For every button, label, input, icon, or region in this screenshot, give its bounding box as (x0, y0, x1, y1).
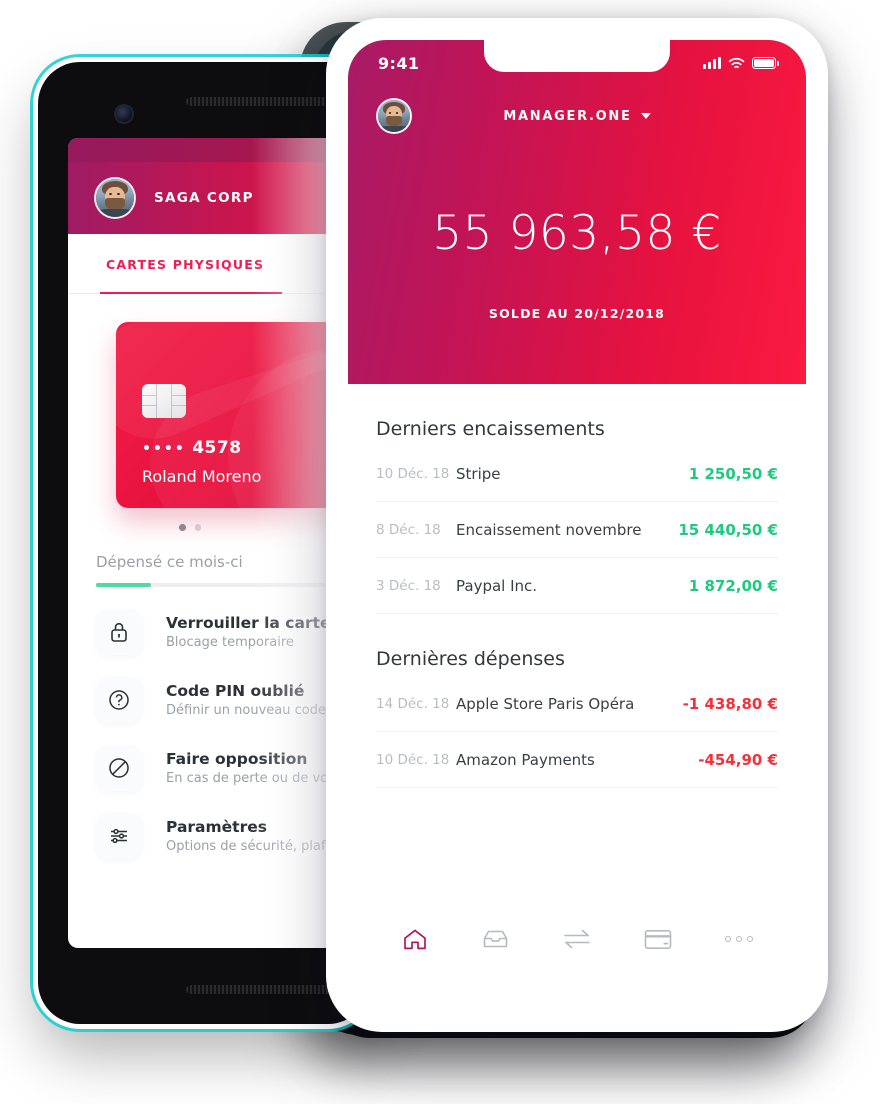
row-amount: -454,90 € (698, 750, 778, 769)
inbox-icon[interactable] (476, 922, 516, 956)
row-date: 10 Déc. 18 (376, 751, 450, 768)
spent-progress-fill (96, 582, 152, 587)
row-label: Encaissement novembre (456, 520, 642, 539)
battery-icon (752, 57, 779, 69)
account-selector[interactable]: MANAGER.ONE (348, 109, 806, 124)
card-number: •••• 4578 (142, 438, 242, 458)
sliders-icon (96, 812, 142, 859)
chevron-down-icon (640, 113, 651, 119)
table-row[interactable]: 14 Déc. 18 Apple Store Paris Opéra -1 43… (376, 676, 778, 732)
table-row[interactable]: 10 Déc. 18 Amazon Payments -454,90 € (376, 732, 778, 788)
wifi-icon (728, 57, 745, 68)
transactions-body: Derniers encaissements 10 Déc. 18 Stripe… (348, 384, 806, 788)
block-icon (96, 744, 142, 791)
table-row[interactable]: 3 Déc. 18 Paypal Inc. 1 872,00 € (376, 558, 778, 614)
outgoing-table: 14 Déc. 18 Apple Store Paris Opéra -1 43… (376, 676, 778, 788)
row-label: Apple Store Paris Opéra (456, 694, 635, 713)
row-label: Stripe (456, 464, 501, 483)
signal-icon (703, 57, 721, 69)
balance-header: 9:41 MANAGER.ONE 55 963,58 € SOLDE AU 20… (348, 40, 806, 384)
question-icon (96, 676, 142, 723)
card-chip-icon (142, 384, 186, 418)
bottom-navigation (348, 910, 806, 968)
screenshot-stage: SAGA CORP CARTES PHYSIQUES M •••• (0, 0, 880, 1104)
company-name: SAGA CORP (154, 190, 254, 206)
tab-cartes-physiques[interactable]: CARTES PHYSIQUES (106, 257, 264, 272)
row-amount: -1 438,80 € (682, 694, 778, 713)
pagination-dot-2[interactable] (194, 524, 201, 531)
app-header-row: MANAGER.ONE (348, 92, 806, 140)
section-title-incoming: Derniers encaissements (376, 418, 605, 440)
status-time: 9:41 (378, 53, 420, 73)
avatar[interactable] (378, 100, 410, 132)
pagination-dot-1[interactable] (179, 524, 186, 531)
section-title-outgoing: Dernières dépenses (376, 648, 565, 670)
avatar[interactable] (96, 179, 134, 217)
home-icon[interactable] (395, 922, 435, 956)
row-date: 8 Déc. 18 (376, 521, 441, 538)
row-label: Amazon Payments (456, 750, 595, 769)
card-masked-digits: •••• (142, 441, 186, 457)
row-amount: 1 872,00 € (688, 576, 778, 595)
row-label: Paypal Inc. (456, 576, 538, 595)
iphone-screen: 9:41 MANAGER.ONE 55 963,58 € SOLDE AU 20… (348, 40, 806, 1010)
iphone-device: 9:41 MANAGER.ONE 55 963,58 € SOLDE AU 20… (326, 18, 828, 1032)
row-date: 10 Déc. 18 (376, 465, 450, 482)
front-camera-icon (116, 106, 132, 122)
avatar-face (378, 100, 410, 132)
account-balance: 55 963,58 € (432, 206, 722, 261)
lock-icon (96, 608, 142, 655)
card-holder-name: Roland Moreno (142, 467, 262, 486)
brand-name: MANAGER.ONE (503, 108, 632, 124)
table-row[interactable]: 10 Déc. 18 Stripe 1 250,50 € (376, 446, 778, 502)
table-row[interactable]: 8 Déc. 18 Encaissement novembre 15 440,5… (376, 502, 778, 558)
transfer-icon[interactable] (557, 922, 597, 956)
card-last4: 4578 (192, 438, 242, 458)
row-date: 14 Déc. 18 (376, 695, 450, 712)
android-screen: SAGA CORP CARTES PHYSIQUES M •••• (68, 138, 370, 948)
card-icon[interactable] (638, 922, 678, 956)
status-bar: 9:41 (348, 40, 806, 86)
more-icon[interactable] (719, 922, 759, 956)
row-amount: 1 250,50 € (688, 464, 778, 483)
android-phone-device: SAGA CORP CARTES PHYSIQUES M •••• (38, 62, 370, 1024)
row-date: 3 Déc. 18 (376, 577, 441, 594)
avatar-face (96, 179, 134, 217)
balance-as-of-label: SOLDE AU 20/12/2018 (488, 306, 666, 321)
incoming-table: 10 Déc. 18 Stripe 1 250,50 € 8 Déc. 18 E… (376, 446, 778, 614)
row-amount: 15 440,50 € (678, 520, 778, 539)
